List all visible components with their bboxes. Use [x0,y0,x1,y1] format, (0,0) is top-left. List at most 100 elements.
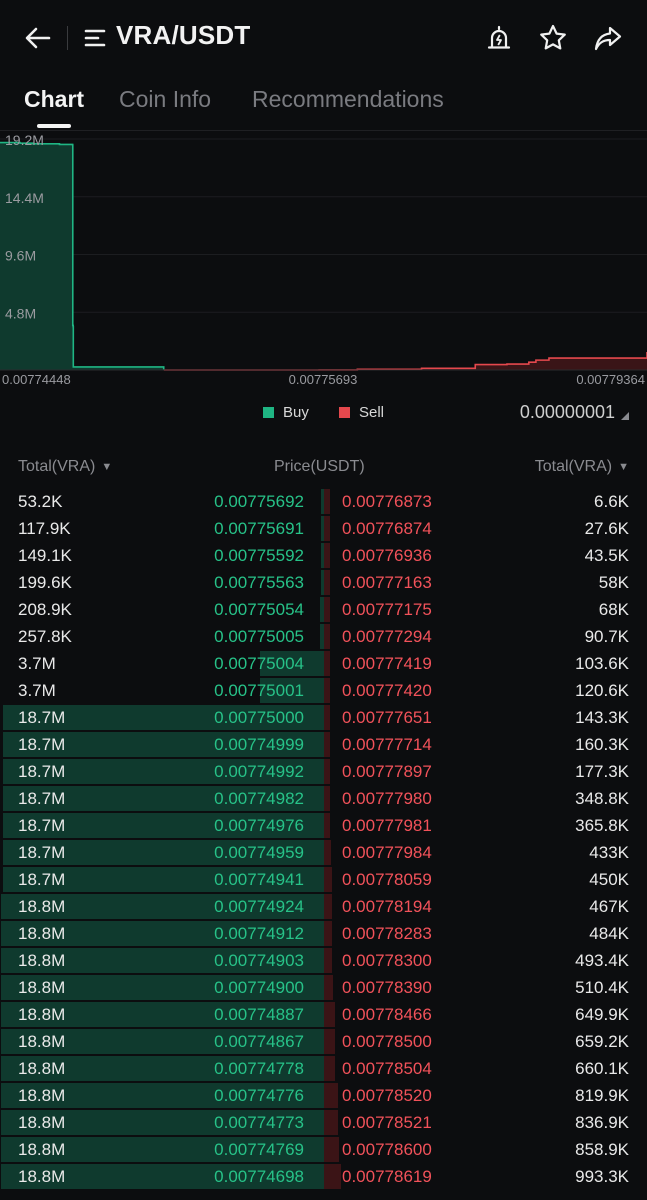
pair-title[interactable]: VRA/USDT [116,20,251,51]
sell-price-cell: 0.00778504 [342,1059,432,1078]
sell-total-cell: 484K [589,924,629,943]
menu-lines-icon[interactable] [84,26,106,50]
sell-depth-bar [324,570,330,595]
orderbook-row[interactable]: 18.8M 0.00774924 0.00778194 467K [0,893,647,920]
depth-chart[interactable]: 19.2M 14.4M 9.6M 4.8M 0.00774448 0.00775693 0.… [0,131,647,393]
orderbook-row[interactable]: 18.8M 0.00774778 0.00778504 660.1K [0,1055,647,1082]
sell-price-cell: 0.00777897 [342,762,432,781]
orderbook-row[interactable]: 18.8M 0.00774887 0.00778466 649.9K [0,1001,647,1028]
buy-total-cell: 18.7M [18,843,66,862]
sell-depth-area [163,351,647,370]
buy-total-header-label: Total(VRA) [18,458,96,475]
sell-price-cell: 0.00778619 [342,1167,432,1186]
orderbook-row[interactable]: 18.7M 0.00774982 0.00777980 348.8K [0,785,647,812]
tab-recommendations[interactable]: Recommendations [252,86,444,113]
buy-price-cell: 0.00775563 [214,573,304,592]
price-header: Price(USDT) [274,458,365,475]
sell-depth-bar [324,1110,338,1135]
buy-price-cell: 0.00775592 [214,546,304,565]
buy-total-cell: 18.8M [18,978,66,997]
buy-price-cell: 0.00774769 [214,1140,304,1159]
sell-depth-bar [324,1164,341,1189]
orderbook-row[interactable]: 149.1K 0.00775592 0.00776936 43.5K [0,542,647,569]
buy-total-cell: 149.1K [18,546,72,565]
sell-depth-bar [324,948,332,973]
sell-price-cell: 0.00778600 [342,1140,432,1159]
share-icon[interactable] [592,22,624,54]
tab-chart[interactable]: Chart [24,86,84,113]
price-alert-icon[interactable] [483,22,515,54]
sell-total-cell: 103.6K [575,654,629,673]
orderbook-row[interactable]: 3.7M 0.00775004 0.00777419 103.6K [0,650,647,677]
buy-price-cell: 0.00774776 [214,1086,304,1105]
sell-depth-bar [324,543,330,568]
sell-price-cell: 0.00777175 [342,600,432,619]
orderbook-row[interactable]: 18.8M 0.00774769 0.00778600 858.9K [0,1136,647,1163]
orderbook-row[interactable]: 18.7M 0.00774959 0.00777984 433K [0,839,647,866]
buy-total-cell: 18.7M [18,762,66,781]
sell-total-cell: 858.9K [575,1140,629,1159]
buy-price-cell: 0.00774959 [214,843,304,862]
buy-total-header[interactable]: Total(VRA) ▼ [18,458,112,476]
sell-price-cell: 0.00777714 [342,735,432,754]
orderbook-row[interactable]: 18.7M 0.00775000 0.00777651 143.3K [0,704,647,731]
orderbook-row[interactable]: 257.8K 0.00775005 0.00777294 90.7K [0,623,647,650]
orderbook-row[interactable]: 117.9K 0.00775691 0.00776874 27.6K [0,515,647,542]
orderbook-row[interactable]: 18.8M 0.00774776 0.00778520 819.9K [0,1082,647,1109]
buy-price-cell: 0.00774887 [214,1005,304,1024]
buy-swatch [263,407,274,418]
precision-selector[interactable]: 0.00000001 [520,402,629,423]
orderbook-row[interactable]: 18.8M 0.00774912 0.00778283 484K [0,920,647,947]
header-divider [67,26,68,50]
buy-total-cell: 18.8M [18,1005,66,1024]
buy-price-cell: 0.00774867 [214,1032,304,1051]
orderbook-row[interactable]: 18.8M 0.00774903 0.00778300 493.4K [0,947,647,974]
sell-depth-bar [324,1002,335,1027]
orderbook-row[interactable]: 18.7M 0.00774976 0.00777981 365.8K [0,812,647,839]
sell-price-cell: 0.00777980 [342,789,432,808]
orderbook-row[interactable]: 199.6K 0.00775563 0.00777163 58K [0,569,647,596]
sell-depth-bar [324,624,330,649]
sell-total-cell: 120.6K [575,681,629,700]
top-bar: VRA/USDT [0,0,647,76]
sell-total-cell: 467K [589,897,629,916]
sell-depth-bar [324,813,330,838]
buy-total-cell: 18.8M [18,924,66,943]
y-tick-label: 19.2M [5,132,44,148]
sell-total-cell: 6.6K [594,492,629,511]
sell-price-cell: 0.00778390 [342,978,432,997]
orderbook-row[interactable]: 18.8M 0.00774900 0.00778390 510.4K [0,974,647,1001]
orderbook-row[interactable]: 18.7M 0.00774992 0.00777897 177.3K [0,758,647,785]
orderbook-row[interactable]: 208.9K 0.00775054 0.00777175 68K [0,596,647,623]
orderbook-row[interactable]: 53.2K 0.00775692 0.00776873 6.6K [0,488,647,515]
arrow-left-icon[interactable] [22,22,54,54]
buy-total-cell: 18.8M [18,1140,66,1159]
sell-total-header[interactable]: Total(VRA) ▼ [535,458,629,476]
buy-total-cell: 18.7M [18,870,66,889]
sell-price-cell: 0.00777163 [342,573,432,592]
sell-swatch [339,407,350,418]
active-tab-indicator [37,124,71,128]
orderbook-row[interactable]: 18.8M 0.00774867 0.00778500 659.2K [0,1028,647,1055]
buy-total-cell: 117.9K [18,519,71,538]
sell-depth-bar [324,516,330,541]
sell-price-cell: 0.00778521 [342,1113,432,1132]
sell-total-cell: 90.7K [584,627,629,646]
star-icon[interactable] [537,22,569,54]
orderbook-row[interactable]: 18.7M 0.00774999 0.00777714 160.3K [0,731,647,758]
buy-total-cell: 18.8M [18,1086,66,1105]
sell-depth-bar [324,759,330,784]
buy-total-cell: 18.8M [18,1059,66,1078]
sell-total-cell: 433K [589,843,629,862]
buy-price-cell: 0.00774941 [214,870,304,889]
orderbook-row[interactable]: 18.8M 0.00774698 0.00778619 993.3K [0,1163,647,1190]
x-tick-label: 0.00779364 [576,372,645,387]
orderbook-row[interactable]: 18.8M 0.00774773 0.00778521 836.9K [0,1109,647,1136]
buy-price-cell: 0.00774773 [214,1113,304,1132]
buy-price-cell: 0.00775692 [214,492,304,511]
orderbook-row[interactable]: 18.7M 0.00774941 0.00778059 450K [0,866,647,893]
tab-coin-info[interactable]: Coin Info [119,86,211,113]
buy-total-cell: 18.8M [18,1113,66,1132]
buy-price-cell: 0.00774778 [214,1059,304,1078]
orderbook-row[interactable]: 3.7M 0.00775001 0.00777420 120.6K [0,677,647,704]
